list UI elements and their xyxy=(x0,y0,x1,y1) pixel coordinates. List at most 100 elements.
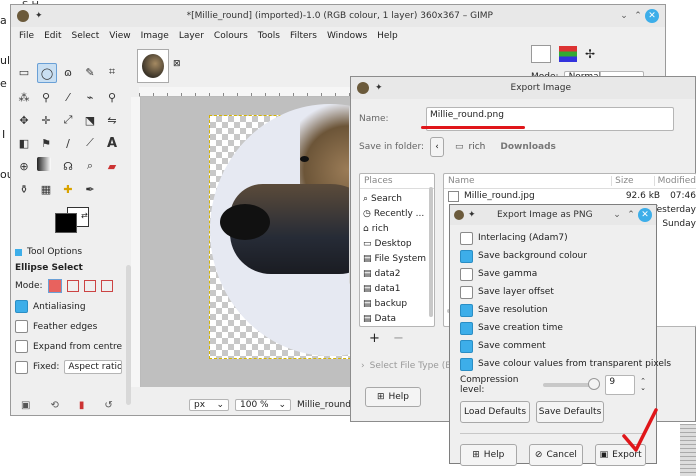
creation-time-checkbox[interactable] xyxy=(460,321,473,335)
flip-tool-icon[interactable]: ⇋ xyxy=(103,111,121,129)
image-tab-close-icon[interactable]: ⊠ xyxy=(173,59,181,69)
option-interlacing[interactable]: Interlacing (Adam7) xyxy=(460,229,646,247)
minimize-icon[interactable]: ⌄ xyxy=(610,208,624,222)
rect-select-tool-icon[interactable]: ▭ xyxy=(15,63,33,81)
transform-tool-icon[interactable]: ✥ xyxy=(15,111,33,129)
option-comment[interactable]: Save comment xyxy=(460,337,646,355)
menu-help[interactable]: Help xyxy=(377,31,398,41)
remove-bookmark-button[interactable]: − xyxy=(393,331,404,346)
delete-options-icon[interactable]: ▮ xyxy=(79,400,85,411)
heal-tool-icon[interactable]: ⚱ xyxy=(15,180,33,198)
layer-offset-checkbox[interactable] xyxy=(460,285,473,299)
place-backup[interactable]: ▤ backup xyxy=(363,296,431,311)
option-transparent-colours[interactable]: Save colour values from transparent pixe… xyxy=(460,355,671,373)
pin-icon[interactable]: ✦ xyxy=(375,83,383,93)
fuzzy-select-tool-icon[interactable]: ✎ xyxy=(81,63,99,81)
color-picker-icon[interactable]: ⁄ xyxy=(59,88,77,106)
menu-colours[interactable]: Colours xyxy=(214,31,248,41)
zoom-select[interactable]: 100 % ⌄ xyxy=(235,399,291,411)
measure-tool-icon[interactable]: ✛ xyxy=(37,111,55,129)
image-canvas[interactable] xyxy=(209,104,450,359)
paths-tab-icon[interactable]: ✢ xyxy=(585,47,595,61)
canvas-area[interactable] xyxy=(141,97,450,387)
add-bookmark-button[interactable]: + xyxy=(369,331,380,346)
move-tool-icon[interactable]: ⁂ xyxy=(15,88,33,106)
airbrush-tool-icon[interactable]: ⟋ xyxy=(81,134,99,152)
file-row[interactable]: Millie_round.jpg 92.6 kB 07:46 xyxy=(444,189,696,203)
option-background-colour[interactable]: Save background colour xyxy=(460,247,646,265)
place-search[interactable]: ⌕ Search xyxy=(363,191,431,206)
gradient-tool-icon[interactable] xyxy=(37,157,51,171)
unit-select[interactable]: px ⌄ xyxy=(189,399,229,411)
maximize-icon[interactable]: ⌃ xyxy=(631,9,645,23)
png-help-button[interactable]: ⊞ Help xyxy=(460,444,517,466)
place-data2[interactable]: ▤ data2 xyxy=(363,266,431,281)
transparent-colours-checkbox[interactable] xyxy=(460,357,473,371)
folder-crumb-downloads[interactable]: Downloads xyxy=(500,142,556,152)
gamma-checkbox[interactable] xyxy=(460,267,473,281)
restore-options-icon[interactable]: ⟲ xyxy=(50,400,58,411)
menu-layer[interactable]: Layer xyxy=(179,31,204,41)
warp-tool-icon[interactable]: ⤢ xyxy=(59,111,77,129)
resolution-checkbox[interactable] xyxy=(460,303,473,317)
place-data1[interactable]: ▤ data1 xyxy=(363,281,431,296)
option-antialiasing[interactable]: Antialiasing xyxy=(15,300,127,313)
compression-spinbox[interactable]: 9 xyxy=(605,375,636,395)
column-size[interactable]: Size xyxy=(611,176,653,186)
option-feather-edges[interactable]: Feather edges xyxy=(15,320,127,333)
close-icon[interactable]: ✕ xyxy=(645,9,659,23)
menu-view[interactable]: View xyxy=(109,31,130,41)
clone-tool-icon[interactable]: ⊕ xyxy=(15,157,33,175)
background-colour-checkbox[interactable] xyxy=(460,249,473,263)
smudge-tool-icon[interactable]: ☊ xyxy=(59,157,77,175)
crop-tool-icon[interactable]: ⌗ xyxy=(103,63,121,81)
mode-replace-icon[interactable] xyxy=(47,279,62,293)
comment-checkbox[interactable] xyxy=(460,339,473,353)
save-options-icon[interactable]: ▣ xyxy=(21,400,30,411)
mode-add-icon[interactable] xyxy=(66,280,79,292)
load-defaults-button[interactable]: Load Defaults xyxy=(460,401,530,423)
tool-options-tab[interactable]: Tool Options xyxy=(27,247,82,257)
mode-subtract-icon[interactable] xyxy=(83,280,96,292)
tool-options-tab-icon[interactable] xyxy=(15,248,22,256)
menu-tools[interactable]: Tools xyxy=(258,31,280,41)
channels-tab-icon[interactable] xyxy=(559,46,577,62)
export-image-help-button[interactable]: ⊞ Help xyxy=(365,387,421,407)
eraser-tool-icon[interactable]: ▰ xyxy=(103,157,121,175)
fixed-select[interactable]: Aspect ratio xyxy=(64,360,123,374)
compression-slider[interactable] xyxy=(542,378,601,390)
zoom-tool-icon[interactable]: ⚲ xyxy=(103,88,121,106)
mode-intersect-icon[interactable] xyxy=(100,280,113,292)
maximize-icon[interactable]: ⌃ xyxy=(624,208,638,222)
layers-tab-icon[interactable] xyxy=(531,45,551,63)
menu-image[interactable]: Image xyxy=(141,31,169,41)
option-resolution[interactable]: Save resolution xyxy=(460,301,646,319)
folder-crumb-rich[interactable]: ▭ rich xyxy=(455,142,485,152)
slider-handle[interactable] xyxy=(588,378,601,390)
close-icon[interactable]: ✕ xyxy=(638,208,652,222)
menu-file[interactable]: File xyxy=(19,31,34,41)
bandage-tool-icon[interactable]: ✚ xyxy=(59,180,77,198)
place-rich[interactable]: ⌂ rich xyxy=(363,221,431,236)
minimize-icon[interactable]: ⌄ xyxy=(617,9,631,23)
pin-icon[interactable]: ✦ xyxy=(468,210,476,220)
pattern-tool-icon[interactable]: ▦ xyxy=(37,180,55,198)
menu-edit[interactable]: Edit xyxy=(44,31,61,41)
menu-select[interactable]: Select xyxy=(72,31,100,41)
fixed-checkbox[interactable] xyxy=(15,360,28,374)
cancel-button[interactable]: ⊘ Cancel xyxy=(528,444,584,466)
place-desktop[interactable]: ▭ Desktop xyxy=(363,236,431,251)
foreground-color-swatch[interactable] xyxy=(55,213,77,233)
save-defaults-button[interactable]: Save Defaults xyxy=(536,401,604,423)
dodge-tool-icon[interactable]: ⌕ xyxy=(81,157,99,175)
menu-filters[interactable]: Filters xyxy=(290,31,317,41)
free-select-tool-icon[interactable]: ɷ xyxy=(59,63,77,81)
interlacing-checkbox[interactable] xyxy=(460,231,473,245)
pin-icon[interactable]: ✦ xyxy=(35,11,43,21)
option-expand-from-centre[interactable]: Expand from centre xyxy=(15,340,127,353)
antialiasing-checkbox[interactable] xyxy=(15,300,28,313)
column-modified[interactable]: Modified xyxy=(653,176,696,186)
perspective-tool-icon[interactable]: ⬔ xyxy=(81,111,99,129)
reset-options-icon[interactable]: ↺ xyxy=(104,400,112,411)
place-recently[interactable]: ◷ Recently ... xyxy=(363,206,431,221)
